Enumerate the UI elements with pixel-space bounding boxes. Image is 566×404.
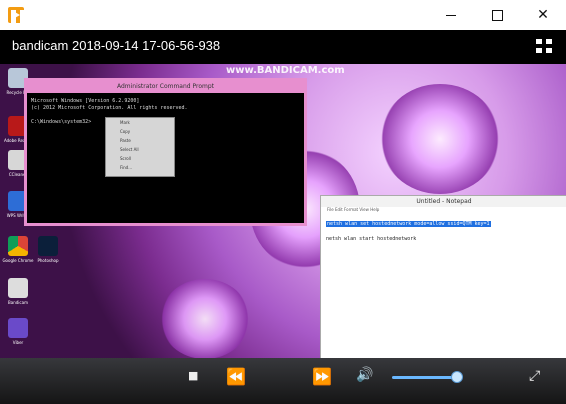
- menu-item-scroll[interactable]: Scroll: [106, 154, 174, 163]
- command-output-line: (c) 2012 Microsoft Corporation. All righ…: [31, 105, 188, 111]
- forward-button[interactable]: ⏩: [312, 367, 332, 386]
- fullscreen-button[interactable]: ⤢: [529, 368, 540, 384]
- menu-item-mark[interactable]: Mark: [106, 118, 174, 127]
- menu-item-find[interactable]: Find...: [106, 163, 174, 172]
- menu-view[interactable]: View: [359, 207, 369, 212]
- video-header: bandicam 2018-09-14 17-06-56-938: [0, 30, 566, 64]
- command-prompt-window: Administrator Command Prompt Microsoft W…: [24, 78, 307, 226]
- context-menu: Mark Copy Paste Select All Scroll Find..…: [105, 117, 175, 177]
- menu-item-select-all[interactable]: Select All: [106, 145, 174, 154]
- menu-item-paste[interactable]: Paste: [106, 136, 174, 145]
- command-text[interactable]: netsh wlan start hostednetwork: [326, 236, 416, 242]
- video-title: bandicam 2018-09-14 17-06-56-938: [12, 38, 221, 53]
- menu-help[interactable]: Help: [370, 207, 379, 212]
- rewind-button[interactable]: ⏪: [226, 367, 246, 386]
- maximize-button[interactable]: [474, 0, 520, 30]
- notepad-window: Untitled - Notepad File Edit Format View…: [320, 195, 566, 358]
- chrome-icon: [8, 236, 28, 256]
- view-toggle-icon[interactable]: [536, 39, 554, 55]
- bandicam-icon: [8, 278, 28, 298]
- window-title-bar: ✕: [0, 0, 566, 30]
- viber-icon: [8, 318, 28, 338]
- menu-edit[interactable]: Edit: [335, 207, 343, 212]
- player-controls: ■ ⏪ ⏩ 🔊 ⤢: [0, 358, 566, 404]
- menu-item-copy[interactable]: Copy: [106, 127, 174, 136]
- close-button[interactable]: ✕: [520, 0, 566, 30]
- selected-command-text[interactable]: netsh wlan set hostednetwork mode=allow …: [326, 221, 491, 227]
- bandicam-watermark: www.BANDICAM.com: [226, 65, 345, 76]
- volume-slider-knob[interactable]: [451, 371, 463, 383]
- command-prompt-line: C:\Windows\system32>: [31, 119, 92, 125]
- menu-format[interactable]: Format: [344, 207, 358, 212]
- volume-icon[interactable]: 🔊: [356, 367, 373, 383]
- notepad-menu-bar: File Edit Format View Help: [321, 207, 566, 215]
- menu-file[interactable]: File: [327, 207, 334, 212]
- stop-button[interactable]: ■: [188, 369, 198, 382]
- command-prompt-title: Administrator Command Prompt: [27, 81, 304, 93]
- minimize-button[interactable]: [428, 0, 474, 30]
- command-output-line: Microsoft Windows [Version 6.2.9200]: [31, 98, 140, 104]
- desktop-icon-label: Viber: [12, 340, 24, 345]
- volume-slider-track[interactable]: [392, 376, 458, 379]
- desktop-icon-label: Photoshop: [37, 258, 59, 263]
- notepad-title: Untitled - Notepad: [321, 196, 566, 207]
- desktop-icon-label: Bandicam: [8, 300, 28, 305]
- photoshop-icon: [38, 236, 58, 256]
- video-frame: www.BANDICAM.com Recycle Bin Adobe Reade…: [0, 64, 566, 358]
